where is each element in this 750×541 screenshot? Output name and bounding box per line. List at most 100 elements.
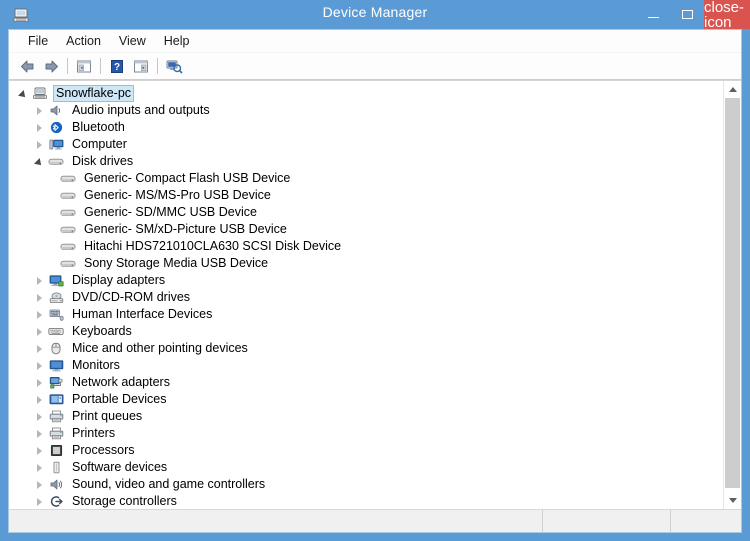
tree-node-label: Generic- SD/MMC USB Device bbox=[84, 205, 257, 219]
tree-node-label: Processors bbox=[72, 443, 135, 457]
forward-arrow-icon bbox=[45, 60, 58, 72]
restore-icon bbox=[681, 10, 693, 19]
tree-node-monitors[interactable]: Monitors bbox=[9, 357, 723, 374]
scrollbar-track[interactable] bbox=[724, 98, 741, 492]
printer-icon bbox=[47, 409, 65, 425]
display-adapter-icon bbox=[47, 273, 65, 289]
tree-node-display-adapters[interactable]: Display adapters bbox=[9, 272, 723, 289]
expander-expanded-icon[interactable] bbox=[31, 153, 47, 170]
tree-node-label: Audio inputs and outputs bbox=[72, 103, 210, 117]
tree-node-snowflake-pc[interactable]: Snowflake-pc bbox=[9, 85, 723, 102]
tree-node-label: Monitors bbox=[72, 358, 120, 372]
expander-collapsed-icon[interactable] bbox=[31, 306, 47, 323]
expander-collapsed-icon[interactable] bbox=[31, 102, 47, 119]
tree-node-hitachi-hds721010cla630-scsi-disk-device[interactable]: Hitachi HDS721010CLA630 SCSI Disk Device bbox=[9, 238, 723, 255]
tree-node-label: Portable Devices bbox=[72, 392, 167, 406]
toolbar: ? bbox=[9, 53, 741, 80]
expander-collapsed-icon[interactable] bbox=[31, 476, 47, 493]
device-tree[interactable]: Snowflake-pc Audio inputs and outputs Bl… bbox=[9, 81, 723, 509]
minimize-icon bbox=[647, 17, 659, 18]
expander-collapsed-icon[interactable] bbox=[31, 459, 47, 476]
vertical-scrollbar[interactable] bbox=[723, 81, 741, 509]
tree-node-sound-video-and-game-controllers[interactable]: Sound, video and game controllers bbox=[9, 476, 723, 493]
tree-node-keyboards[interactable]: Keyboards bbox=[9, 323, 723, 340]
separator-2 bbox=[100, 58, 101, 74]
tree-node-print-queues[interactable]: Print queues bbox=[9, 408, 723, 425]
mouse-icon bbox=[47, 341, 65, 357]
tree-node-generic-compact-flash-usb-device[interactable]: Generic- Compact Flash USB Device bbox=[9, 170, 723, 187]
tree-node-computer[interactable]: Computer bbox=[9, 136, 723, 153]
scrollbar-thumb[interactable] bbox=[725, 98, 740, 488]
title-bar[interactable]: Device Manager close-icon bbox=[0, 0, 750, 31]
expander-collapsed-icon[interactable] bbox=[31, 136, 47, 153]
computer-icon bbox=[47, 137, 65, 153]
restore-button[interactable] bbox=[670, 0, 704, 29]
menu-bar: File Action View Help bbox=[9, 30, 741, 53]
menu-view[interactable]: View bbox=[110, 32, 155, 51]
expander-collapsed-icon[interactable] bbox=[31, 289, 47, 306]
tree-node-network-adapters[interactable]: Network adapters bbox=[9, 374, 723, 391]
expander-collapsed-icon[interactable] bbox=[31, 425, 47, 442]
help-button[interactable]: ? bbox=[105, 55, 129, 77]
expander-expanded-icon[interactable] bbox=[15, 85, 31, 102]
software-device-icon bbox=[47, 460, 65, 476]
tree-node-processors[interactable]: Processors bbox=[9, 442, 723, 459]
tree-node-label: Display adapters bbox=[72, 273, 166, 287]
scan-hardware-changes-button[interactable] bbox=[162, 55, 186, 77]
expander-collapsed-icon[interactable] bbox=[31, 340, 47, 357]
tree-node-generic-sm-xd-picture-usb-device[interactable]: Generic- SM/xD-Picture USB Device bbox=[9, 221, 723, 238]
tree-node-human-interface-devices[interactable]: Human Interface Devices bbox=[9, 306, 723, 323]
tree-node-generic-sd-mmc-usb-device[interactable]: Generic- SD/MMC USB Device bbox=[9, 204, 723, 221]
disk-drive-icon bbox=[59, 171, 77, 187]
expander-collapsed-icon[interactable] bbox=[31, 408, 47, 425]
expander-collapsed-icon[interactable] bbox=[31, 357, 47, 374]
scroll-down-button[interactable] bbox=[724, 492, 741, 509]
menu-file[interactable]: File bbox=[19, 32, 57, 51]
expander-collapsed-icon[interactable] bbox=[31, 323, 47, 340]
portable-device-icon bbox=[47, 392, 65, 408]
scroll-up-button[interactable] bbox=[724, 81, 741, 98]
tree-node-storage-controllers[interactable]: Storage controllers bbox=[9, 493, 723, 509]
separator-1 bbox=[67, 58, 68, 74]
tree-node-dvd-cdrom-drives[interactable]: DVD/CD-ROM drives bbox=[9, 289, 723, 306]
expander-collapsed-icon[interactable] bbox=[31, 391, 47, 408]
help-question-icon: ? bbox=[111, 59, 123, 73]
scan-hardware-icon bbox=[166, 60, 183, 74]
expander-collapsed-icon[interactable] bbox=[31, 374, 47, 391]
hid-icon bbox=[47, 307, 65, 323]
forward-button[interactable] bbox=[39, 55, 63, 77]
tree-node-disk-drives[interactable]: Disk drives bbox=[9, 153, 723, 170]
disk-drive-icon bbox=[59, 239, 77, 255]
computer-root-icon bbox=[31, 86, 49, 102]
tree-node-label: Computer bbox=[72, 137, 127, 151]
minimize-button[interactable] bbox=[636, 0, 670, 29]
status-pane-message bbox=[9, 510, 543, 532]
printer-icon bbox=[47, 426, 65, 442]
tree-node-portable-devices[interactable]: Portable Devices bbox=[9, 391, 723, 408]
sound-controller-icon bbox=[47, 477, 65, 493]
tree-node-mice-and-other-pointing-devices[interactable]: Mice and other pointing devices bbox=[9, 340, 723, 357]
menu-action[interactable]: Action bbox=[57, 32, 110, 51]
disk-drive-icon bbox=[59, 205, 77, 221]
tree-node-generic-ms-mspro-usb-device[interactable]: Generic- MS/MS-Pro USB Device bbox=[9, 187, 723, 204]
tree-node-label: Print queues bbox=[72, 409, 143, 423]
properties-button[interactable] bbox=[129, 55, 153, 77]
close-icon: close-icon bbox=[704, 0, 745, 31]
tree-node-label: Generic- MS/MS-Pro USB Device bbox=[84, 188, 271, 202]
expander-collapsed-icon[interactable] bbox=[31, 493, 47, 509]
tree-node-software-devices[interactable]: Software devices bbox=[9, 459, 723, 476]
expander-collapsed-icon[interactable] bbox=[31, 119, 47, 136]
expander-collapsed-icon[interactable] bbox=[31, 272, 47, 289]
tree-node-printers[interactable]: Printers bbox=[9, 425, 723, 442]
show-console-tree-button[interactable] bbox=[72, 55, 96, 77]
close-button[interactable]: close-icon bbox=[704, 0, 750, 31]
menu-help[interactable]: Help bbox=[155, 32, 199, 51]
tree-node-bluetooth[interactable]: Bluetooth bbox=[9, 119, 723, 136]
tree-node-label: Hitachi HDS721010CLA630 SCSI Disk Device bbox=[84, 239, 342, 253]
tree-panel: Snowflake-pc Audio inputs and outputs Bl… bbox=[9, 80, 741, 509]
expander-collapsed-icon[interactable] bbox=[31, 442, 47, 459]
tree-node-audio-inputs-and-outputs[interactable]: Audio inputs and outputs bbox=[9, 102, 723, 119]
back-button[interactable] bbox=[15, 55, 39, 77]
tree-node-sony-storage-media-usb-device[interactable]: Sony Storage Media USB Device bbox=[9, 255, 723, 272]
tree-node-label: Sony Storage Media USB Device bbox=[84, 256, 269, 270]
